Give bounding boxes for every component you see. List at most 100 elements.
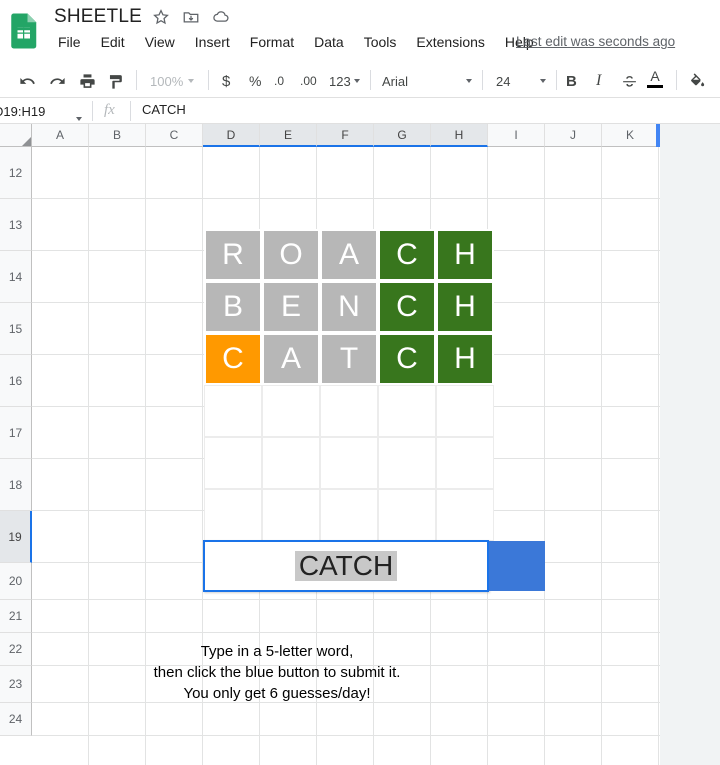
percent-format-button[interactable]: % bbox=[249, 70, 261, 92]
menu-item-format[interactable]: Format bbox=[248, 33, 296, 51]
row-header-19[interactable]: 19 bbox=[0, 511, 32, 563]
wordle-tile: A bbox=[262, 333, 320, 385]
text-color-swatch bbox=[647, 85, 663, 88]
wordle-tile: T bbox=[320, 333, 378, 385]
print-icon[interactable] bbox=[78, 70, 97, 92]
column-header-e[interactable]: E bbox=[260, 124, 317, 147]
cells-area[interactable]: ROACHBENCHCATCH CATCH Type in a 5-letter… bbox=[32, 147, 660, 765]
select-all-corner[interactable] bbox=[0, 124, 32, 147]
toolbar-divider-4 bbox=[482, 70, 483, 90]
wordle-row: BENCH bbox=[204, 281, 494, 333]
column-header-i[interactable]: I bbox=[488, 124, 545, 147]
wordle-tile: O bbox=[262, 229, 320, 281]
menu-item-file[interactable]: File bbox=[56, 33, 83, 51]
gridline-horizontal bbox=[32, 735, 660, 736]
toolbar-divider-6 bbox=[676, 70, 677, 90]
font-size-value[interactable]: 24 bbox=[496, 70, 510, 92]
wordle-tile bbox=[262, 437, 320, 489]
wordle-tile: C bbox=[378, 333, 436, 385]
row-header-16[interactable]: 16 bbox=[0, 355, 32, 407]
guess-input-cell[interactable]: CATCH bbox=[203, 540, 489, 592]
instructions-text: Type in a 5-letter word, then click the … bbox=[32, 641, 522, 704]
row-header-15[interactable]: 15 bbox=[0, 303, 32, 355]
row-header-17[interactable]: 17 bbox=[0, 407, 32, 459]
wordle-tile: R bbox=[204, 229, 262, 281]
star-icon[interactable] bbox=[152, 8, 170, 26]
column-header-g[interactable]: G bbox=[374, 124, 431, 147]
wordle-tile: E bbox=[262, 281, 320, 333]
menu-item-edit[interactable]: Edit bbox=[99, 33, 127, 51]
menu-item-extensions[interactable]: Extensions bbox=[414, 33, 486, 51]
column-header-d[interactable]: D bbox=[203, 124, 260, 147]
number-format-chevron-down-icon[interactable] bbox=[354, 70, 360, 92]
instruction-line-3: You only get 6 guesses/day! bbox=[183, 685, 371, 702]
row-header-13[interactable]: 13 bbox=[0, 199, 32, 251]
menu-item-view[interactable]: View bbox=[143, 33, 177, 51]
bold-button[interactable]: B bbox=[566, 70, 577, 92]
toolbar-divider-2 bbox=[208, 70, 209, 90]
document-title[interactable]: SHEETLE bbox=[54, 6, 142, 28]
row-header-24[interactable]: 24 bbox=[0, 703, 32, 736]
wordle-tile: C bbox=[204, 333, 262, 385]
column-header-b[interactable]: B bbox=[89, 124, 146, 147]
wordle-row bbox=[204, 385, 494, 437]
wordle-tile bbox=[378, 437, 436, 489]
redo-icon[interactable] bbox=[48, 70, 67, 92]
wordle-row bbox=[204, 489, 494, 541]
text-color-button[interactable]: A bbox=[647, 68, 663, 92]
undo-icon[interactable] bbox=[18, 70, 37, 92]
paint-format-icon[interactable] bbox=[106, 70, 125, 92]
font-size-chevron-down-icon[interactable] bbox=[540, 70, 546, 92]
column-header-a[interactable]: A bbox=[32, 124, 89, 147]
increase-decimal-button[interactable]: .00 bbox=[300, 70, 317, 92]
italic-button[interactable]: I bbox=[596, 70, 601, 92]
wordle-tile bbox=[204, 385, 262, 437]
menu-item-data[interactable]: Data bbox=[312, 33, 346, 51]
submit-guess-button[interactable] bbox=[489, 541, 545, 591]
gridline-horizontal bbox=[32, 632, 660, 633]
menu-item-insert[interactable]: Insert bbox=[193, 33, 232, 51]
text-color-label: A bbox=[650, 68, 660, 84]
column-header-h[interactable]: H bbox=[431, 124, 488, 147]
number-format-button[interactable]: 123 bbox=[329, 70, 351, 92]
row-header-12[interactable]: 12 bbox=[0, 147, 32, 199]
column-header-j[interactable]: J bbox=[545, 124, 602, 147]
gridline-vertical bbox=[658, 147, 659, 765]
toolbar-divider-3 bbox=[370, 70, 371, 90]
fill-color-icon[interactable] bbox=[688, 70, 706, 92]
row-header-20[interactable]: 20 bbox=[0, 563, 32, 600]
row-header-14[interactable]: 14 bbox=[0, 251, 32, 303]
wordle-tile bbox=[320, 437, 378, 489]
row-header-22[interactable]: 22 bbox=[0, 633, 32, 666]
zoom-level-value[interactable]: 100% bbox=[150, 70, 183, 92]
column-header-c[interactable]: C bbox=[146, 124, 203, 147]
row-header-23[interactable]: 23 bbox=[0, 666, 32, 703]
wordle-tile bbox=[378, 385, 436, 437]
wordle-tile bbox=[320, 385, 378, 437]
font-family-value[interactable]: Arial bbox=[382, 70, 408, 92]
app-bar: SHEETLE File Edit View Insert Format Dat… bbox=[0, 0, 720, 62]
wordle-tile: C bbox=[378, 229, 436, 281]
move-to-folder-icon[interactable] bbox=[182, 8, 200, 26]
zoom-chevron-down-icon[interactable] bbox=[188, 70, 194, 92]
guess-input-value: CATCH bbox=[294, 551, 398, 581]
row-header-18[interactable]: 18 bbox=[0, 459, 32, 511]
column-header-k[interactable]: K bbox=[602, 124, 659, 147]
column-header-f[interactable]: F bbox=[317, 124, 374, 147]
decrease-decimal-button[interactable]: .0 bbox=[274, 70, 284, 92]
strikethrough-button[interactable] bbox=[621, 70, 638, 92]
formula-input[interactable]: CATCH bbox=[142, 102, 186, 117]
formula-bar: D19:H19 fx CATCH bbox=[0, 98, 720, 124]
currency-format-button[interactable]: $ bbox=[222, 70, 230, 92]
cloud-saved-icon[interactable] bbox=[212, 8, 230, 26]
gridline-horizontal bbox=[32, 599, 660, 600]
font-family-chevron-down-icon[interactable] bbox=[466, 70, 472, 92]
wordle-tile bbox=[436, 437, 494, 489]
row-header-21[interactable]: 21 bbox=[0, 600, 32, 633]
wordle-tile bbox=[262, 489, 320, 541]
menu-item-tools[interactable]: Tools bbox=[362, 33, 399, 51]
gridline-vertical bbox=[601, 147, 602, 765]
wordle-tile: H bbox=[436, 229, 494, 281]
wordle-board: ROACHBENCHCATCH bbox=[204, 229, 494, 541]
last-edit-status[interactable]: Last edit was seconds ago bbox=[516, 34, 675, 49]
